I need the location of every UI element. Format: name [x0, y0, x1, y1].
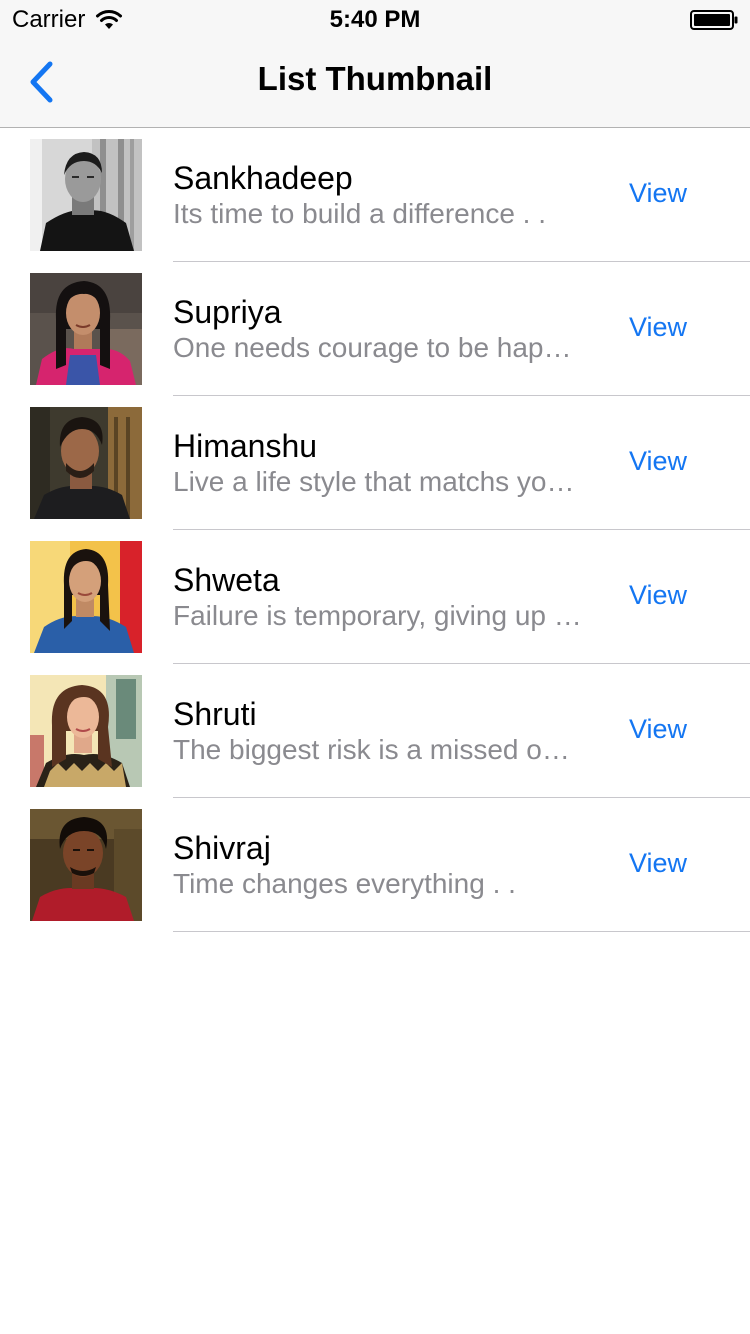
- avatar-thumbnail: [30, 139, 142, 251]
- contact-list: Sankhadeep Its time to build a differenc…: [0, 128, 750, 932]
- contact-name: Shivraj: [173, 830, 271, 866]
- view-button[interactable]: View: [629, 178, 687, 209]
- view-button[interactable]: View: [629, 580, 687, 611]
- row-separator: [173, 931, 750, 932]
- contact-name: Supriya: [173, 294, 282, 330]
- list-item[interactable]: Shweta Failure is temporary, giving up m…: [0, 530, 750, 664]
- view-button[interactable]: View: [629, 848, 687, 879]
- list-item[interactable]: Himanshu Live a life style that matchs y…: [0, 396, 750, 530]
- navigation-bar: List Thumbnail: [0, 40, 750, 128]
- avatar-thumbnail: [30, 809, 142, 921]
- list-item[interactable]: Shruti The biggest risk is a missed oppo…: [0, 664, 750, 798]
- list-item[interactable]: Shivraj Time changes everything . . View: [0, 798, 750, 932]
- view-button[interactable]: View: [629, 714, 687, 745]
- status-bar: Carrier 5:40 PM: [0, 0, 750, 40]
- contact-name: Shruti: [173, 696, 257, 732]
- contact-name: Himanshu: [173, 428, 318, 464]
- contact-quote: Time changes everything . .: [173, 868, 516, 899]
- contact-quote: One needs courage to be happy and smile: [173, 332, 583, 363]
- status-time: 5:40 PM: [329, 6, 421, 33]
- screen: Carrier 5:40 PM List Thumbnail Sankhadee…: [0, 0, 750, 1334]
- contact-quote: Live a life style that matchs your visio…: [173, 466, 583, 497]
- avatar-thumbnail: [30, 541, 142, 653]
- contact-quote: Its time to build a difference . .: [173, 198, 547, 229]
- page-title: List Thumbnail: [257, 60, 493, 97]
- view-button[interactable]: View: [629, 312, 687, 343]
- contact-quote: The biggest risk is a missed opportunity: [173, 734, 583, 765]
- contact-quote: Failure is temporary, giving up makes it…: [173, 600, 583, 631]
- contact-name: Shweta: [173, 562, 280, 598]
- avatar-thumbnail: [30, 407, 142, 519]
- avatar-thumbnail: [30, 273, 142, 385]
- battery-icon: [690, 10, 738, 30]
- contact-name: Sankhadeep: [173, 160, 353, 196]
- avatar-thumbnail: [30, 675, 142, 787]
- list-item[interactable]: Sankhadeep Its time to build a differenc…: [0, 128, 750, 262]
- list-item[interactable]: Supriya One needs courage to be happy an…: [0, 262, 750, 396]
- view-button[interactable]: View: [629, 446, 687, 477]
